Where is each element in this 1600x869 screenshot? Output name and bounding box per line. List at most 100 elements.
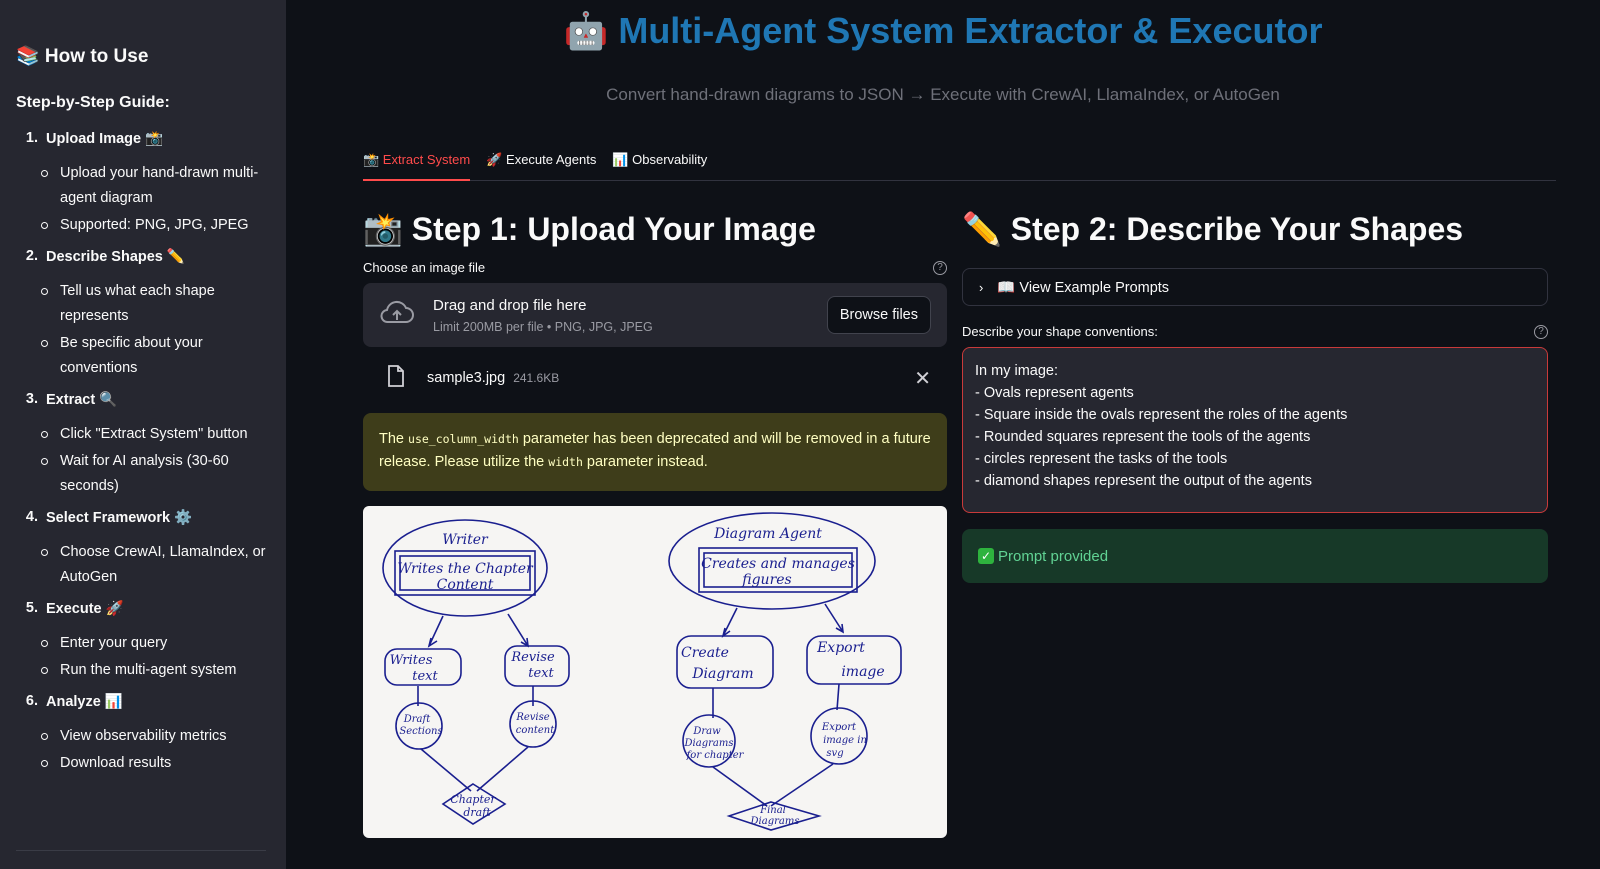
remove-file-icon[interactable]: ✕ bbox=[914, 366, 931, 391]
step-bullet: Supported: PNG, JPG, JPEG bbox=[16, 213, 270, 238]
diagram-label: figures bbox=[741, 572, 791, 588]
guide-step-6: 6. Analyze 📊 View observability metrics D… bbox=[16, 693, 270, 776]
expander-label: 📖 View Example Prompts bbox=[997, 279, 1170, 296]
help-icon[interactable]: ? bbox=[933, 260, 947, 275]
diagram-label: image bbox=[841, 664, 884, 680]
step-label: Extract 🔍 bbox=[46, 392, 118, 408]
sidebar-divider bbox=[16, 850, 266, 851]
diagram-label: Export bbox=[821, 722, 857, 733]
chevron-right-icon: › bbox=[979, 279, 984, 295]
guide-heading: Step-by-Step Guide: bbox=[16, 94, 170, 111]
step-bullet: View observability metrics bbox=[16, 724, 270, 749]
step-bullet: Choose CrewAI, LlamaIndex, or AutoGen bbox=[16, 540, 270, 590]
step-number: 5. bbox=[25, 600, 38, 616]
warning-code: width bbox=[548, 455, 583, 469]
step-bullet: Run the multi-agent system bbox=[16, 658, 270, 683]
diagram-label: Draft bbox=[403, 714, 431, 725]
step2-heading: ✏️ Step 2: Describe Your Shapes bbox=[962, 211, 1464, 247]
cloud-upload-icon bbox=[379, 300, 415, 331]
step-label: Execute 🚀 bbox=[46, 601, 124, 617]
check-icon: ✓ bbox=[978, 548, 994, 564]
diagram-label: Writer bbox=[442, 532, 489, 548]
diagram-label: Sections bbox=[399, 726, 442, 737]
step-bullet: Upload your hand-drawn multi-agent diagr… bbox=[16, 161, 270, 211]
diagram-label: Chapter bbox=[450, 793, 496, 806]
warning-code: use_column_width bbox=[408, 432, 519, 446]
file-dropzone[interactable]: Drag and drop file here Limit 200MB per … bbox=[363, 283, 947, 347]
file-label: Choose an image file bbox=[363, 260, 486, 275]
diagram-label: Writes bbox=[390, 653, 433, 668]
tab-bar: 📸 Extract System 🚀 Execute Agents 📊 Obse… bbox=[363, 146, 1556, 181]
file-name: sample3.jpg bbox=[427, 370, 506, 386]
diagram-label: Final bbox=[759, 805, 786, 816]
uploaded-file: sample3.jpg 241.6KB ✕ bbox=[363, 347, 947, 409]
describe-label-row: Describe your shape conventions: ? bbox=[962, 324, 1548, 339]
diagram-label: Diagrams bbox=[684, 738, 734, 749]
guide-step-1: 1. Upload Image 📸 Upload your hand-drawn … bbox=[16, 130, 270, 238]
step-bullet: Enter your query bbox=[16, 631, 270, 656]
diagram-label: Diagrams bbox=[750, 816, 800, 827]
diagram-label: Writes the Chapter bbox=[397, 561, 534, 577]
diagram-label: Export bbox=[816, 640, 865, 656]
deprecation-warning: The use_column_width parameter has been … bbox=[363, 413, 947, 491]
tab-extract-system[interactable]: 📸 Extract System bbox=[363, 146, 471, 181]
sidebar: 📚 How to Use Step-by-Step Guide: 1. Uploa… bbox=[0, 0, 286, 869]
main-content: 🤖 Multi-Agent System Extractor & Executo… bbox=[286, 0, 1600, 869]
sidebar-title: 📚 How to Use bbox=[16, 46, 149, 67]
diagram-label: Content bbox=[437, 577, 494, 593]
diagram-label: Diagram bbox=[691, 666, 753, 682]
dropzone-limit: Limit 200MB per file • PNG, JPG, JPEG bbox=[433, 319, 653, 334]
diagram-label: Create bbox=[681, 645, 729, 661]
step-bullet: Wait for AI analysis (30-60 seconds) bbox=[16, 449, 270, 499]
diagram-label: Creates and manages bbox=[701, 556, 855, 572]
dropzone-instruction: Drag and drop file here bbox=[433, 296, 587, 314]
step-number: 4. bbox=[25, 509, 38, 525]
describe-label: Describe your shape conventions: bbox=[962, 324, 1158, 339]
file-label-row: Choose an image file ? bbox=[363, 260, 947, 275]
step-number: 3. bbox=[25, 391, 38, 407]
guide-step-5: 5. Execute 🚀 Enter your query Run the mul… bbox=[16, 600, 270, 683]
step-bullet: Download results bbox=[16, 751, 270, 776]
example-prompts-expander[interactable]: › 📖 View Example Prompts bbox=[962, 268, 1548, 306]
step1-column: 📸 Step 1: Upload Your Image Choose an im… bbox=[363, 210, 947, 838]
step2-column: ✏️ Step 2: Describe Your Shapes › 📖 View… bbox=[962, 210, 1548, 583]
file-icon bbox=[387, 364, 405, 392]
step-label: Describe Shapes ✏️ bbox=[46, 249, 185, 265]
uploaded-diagram-image: Writer Writes the Chapter Content Writes… bbox=[363, 506, 947, 838]
step-number: 2. bbox=[25, 248, 38, 264]
file-size: 241.6KB bbox=[513, 371, 560, 385]
diagram-label: text bbox=[528, 666, 554, 681]
guide-step-2: 2. Describe Shapes ✏️ Tell us what each s… bbox=[16, 248, 270, 381]
diagram-label: svg bbox=[826, 748, 843, 759]
step-number: 6. bbox=[25, 693, 38, 709]
success-text: Prompt provided bbox=[998, 547, 1109, 565]
diagram-label: image in bbox=[823, 735, 867, 746]
diagram-label: Revise bbox=[515, 712, 549, 723]
diagram-label: for chapter bbox=[686, 750, 745, 761]
warning-text: parameter instead. bbox=[582, 454, 708, 470]
shape-conventions-textarea[interactable]: In my image: - Ovals represent agents - … bbox=[962, 347, 1548, 513]
diagram-label: draft bbox=[463, 806, 491, 819]
help-icon[interactable]: ? bbox=[1534, 324, 1548, 339]
tab-observability[interactable]: 📊 Observability bbox=[612, 146, 707, 181]
dropzone-text: Drag and drop file here Limit 200MB per … bbox=[433, 297, 653, 334]
step1-heading: 📸 Step 1: Upload Your Image bbox=[363, 211, 816, 247]
success-alert: ✓ Prompt provided bbox=[962, 529, 1548, 583]
page-subtitle: Convert hand-drawn diagrams to JSON → Ex… bbox=[606, 85, 1280, 104]
diagram-label: Diagram Agent bbox=[713, 526, 822, 542]
step-bullet: Click "Extract System" button bbox=[16, 422, 270, 447]
browse-files-button[interactable]: Browse files bbox=[826, 296, 931, 334]
step-label: Select Framework ⚙️ bbox=[46, 510, 193, 526]
guide-step-3: 3. Extract 🔍 Click "Extract System" butto… bbox=[16, 391, 270, 499]
tab-execute-agents[interactable]: 🚀 Execute Agents bbox=[486, 146, 596, 181]
diagram-label: content bbox=[516, 725, 555, 736]
step-label: Upload Image 📸 bbox=[46, 131, 164, 147]
step-label: Analyze 📊 bbox=[46, 694, 123, 710]
page-title: 🤖 Multi-Agent System Extractor & Executo… bbox=[563, 10, 1323, 51]
diagram-label: Draw bbox=[692, 726, 721, 737]
diagram-label: text bbox=[412, 669, 438, 684]
step-bullet: Be specific about your conventions bbox=[16, 331, 270, 381]
step-number: 1. bbox=[25, 130, 38, 146]
guide-step-4: 4. Select Framework ⚙️ Choose CrewAI, Lla… bbox=[16, 509, 270, 590]
step-bullet: Tell us what each shape represents bbox=[16, 279, 270, 329]
